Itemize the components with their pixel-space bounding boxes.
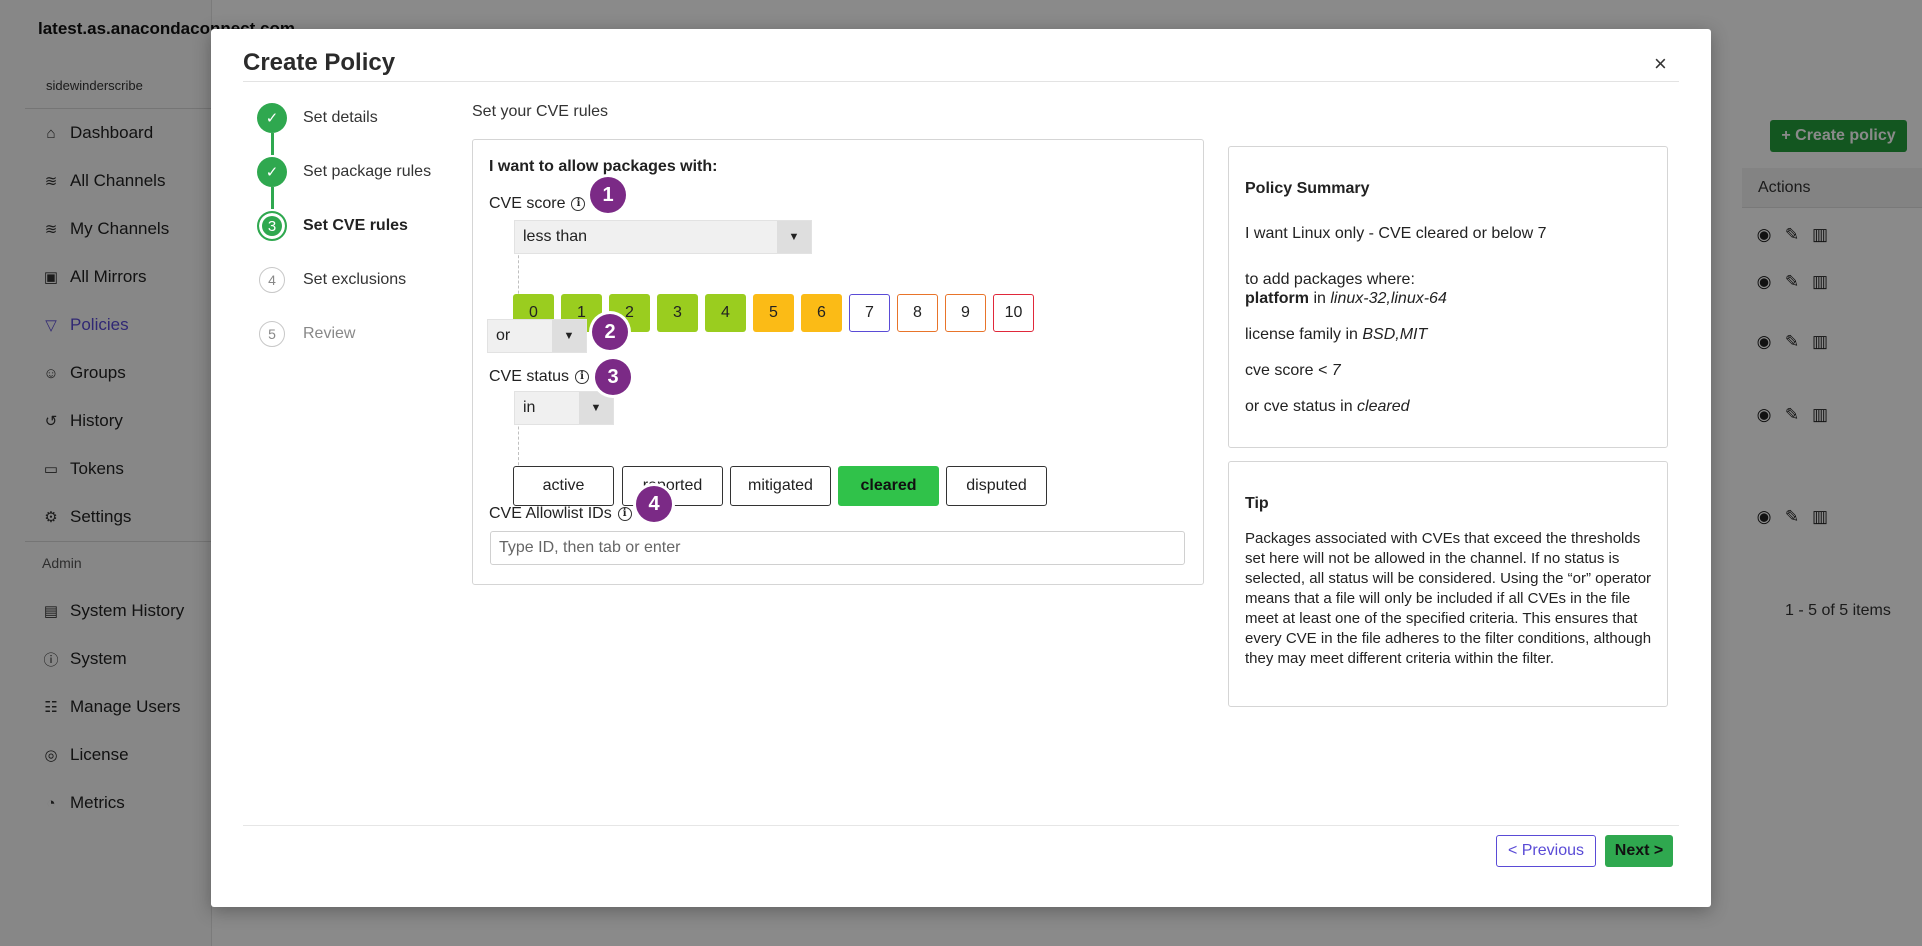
- step-set-details[interactable]: ✓ Set details: [257, 103, 378, 133]
- create-policy-modal: Create Policy × ✓ Set details ✓ Set pack…: [211, 29, 1711, 907]
- title-divider: [243, 81, 1679, 82]
- annotation-badge-3: 3: [595, 359, 631, 395]
- step-set-package-rules[interactable]: ✓ Set package rules: [257, 157, 431, 187]
- cve-score-7[interactable]: 7: [849, 294, 890, 332]
- annotation-badge-2: 2: [592, 314, 628, 350]
- step-label: Set CVE rules: [303, 217, 408, 234]
- cve-status-active[interactable]: active: [513, 466, 614, 506]
- check-icon: ✓: [257, 103, 287, 133]
- check-icon: ✓: [257, 157, 287, 187]
- cve-score-6[interactable]: 6: [801, 294, 842, 332]
- cve-status-label: CVE status i: [489, 368, 590, 386]
- cve-allowlist-input[interactable]: [490, 531, 1185, 565]
- previous-button[interactable]: < Previous: [1496, 835, 1596, 867]
- policy-summary-panel: Policy Summary I want Linux only - CVE c…: [1228, 146, 1668, 448]
- cve-score-8[interactable]: 8: [897, 294, 938, 332]
- cve-score-operator-select[interactable]: less than ▼: [514, 220, 812, 254]
- cve-status-mitigated[interactable]: mitigated: [730, 466, 831, 506]
- cve-score-3[interactable]: 3: [657, 294, 698, 332]
- step-label: Set exclusions: [303, 271, 407, 288]
- caret-down-icon: ▼: [579, 392, 613, 424]
- cve-score-5[interactable]: 5: [753, 294, 794, 332]
- summary-platform: platform in linux-32,linux-64: [1245, 290, 1447, 307]
- cve-status-disputed[interactable]: disputed: [946, 466, 1047, 506]
- caret-down-icon: ▼: [552, 320, 586, 352]
- info-icon[interactable]: i: [617, 507, 632, 521]
- caret-down-icon: ▼: [777, 221, 811, 253]
- cve-score-10[interactable]: 10: [993, 294, 1034, 332]
- summary-intro: I want Linux only - CVE cleared or below…: [1245, 225, 1547, 242]
- rules-heading: I want to allow packages with:: [489, 158, 718, 175]
- step-set-exclusions[interactable]: 4 Set exclusions: [257, 265, 406, 295]
- tip-text: Packages associated with CVEs that excee…: [1245, 530, 1652, 667]
- step-number: 3: [257, 211, 287, 241]
- cve-score-label: CVE score i: [489, 195, 586, 213]
- footer-divider: [243, 825, 1679, 826]
- close-icon[interactable]: ×: [1654, 51, 1667, 77]
- info-icon[interactable]: i: [571, 197, 586, 211]
- cve-allowlist-label: CVE Allowlist IDs i: [489, 505, 632, 523]
- summary-license: license family in BSD,MIT: [1245, 326, 1428, 343]
- step-connector: [271, 187, 274, 209]
- step-label: Set package rules: [303, 163, 432, 180]
- info-icon[interactable]: i: [575, 370, 590, 384]
- step-label: Review: [303, 325, 356, 342]
- summary-cve-status: or cve status in cleared: [1245, 398, 1410, 415]
- annotation-badge-4: 4: [636, 486, 672, 522]
- tip-heading: Tip: [1245, 495, 1269, 512]
- step-set-cve-rules[interactable]: 3 Set CVE rules: [257, 211, 408, 241]
- cve-status-operator-select[interactable]: in ▼: [514, 391, 614, 425]
- cve-score-4[interactable]: 4: [705, 294, 746, 332]
- step-review[interactable]: 5 Review: [257, 319, 355, 349]
- summary-lines-head: to add packages where:: [1245, 271, 1415, 288]
- next-button[interactable]: Next >: [1605, 835, 1673, 867]
- cve-score-9[interactable]: 9: [945, 294, 986, 332]
- modal-title: Create Policy: [243, 49, 396, 76]
- annotation-badge-1: 1: [590, 177, 626, 213]
- section-title: Set your CVE rules: [472, 103, 609, 120]
- step-connector: [271, 133, 274, 155]
- step-number: 4: [259, 267, 285, 293]
- policy-summary-heading: Policy Summary: [1245, 180, 1370, 197]
- cve-status-cleared[interactable]: cleared: [838, 466, 939, 506]
- step-label: Set details: [303, 109, 378, 126]
- tip-panel: Tip Packages associated with CVEs that e…: [1228, 461, 1668, 707]
- step-number: 5: [259, 321, 285, 347]
- join-operator-select[interactable]: or ▼: [487, 319, 587, 353]
- summary-cve-score: cve score < 7: [1245, 362, 1341, 379]
